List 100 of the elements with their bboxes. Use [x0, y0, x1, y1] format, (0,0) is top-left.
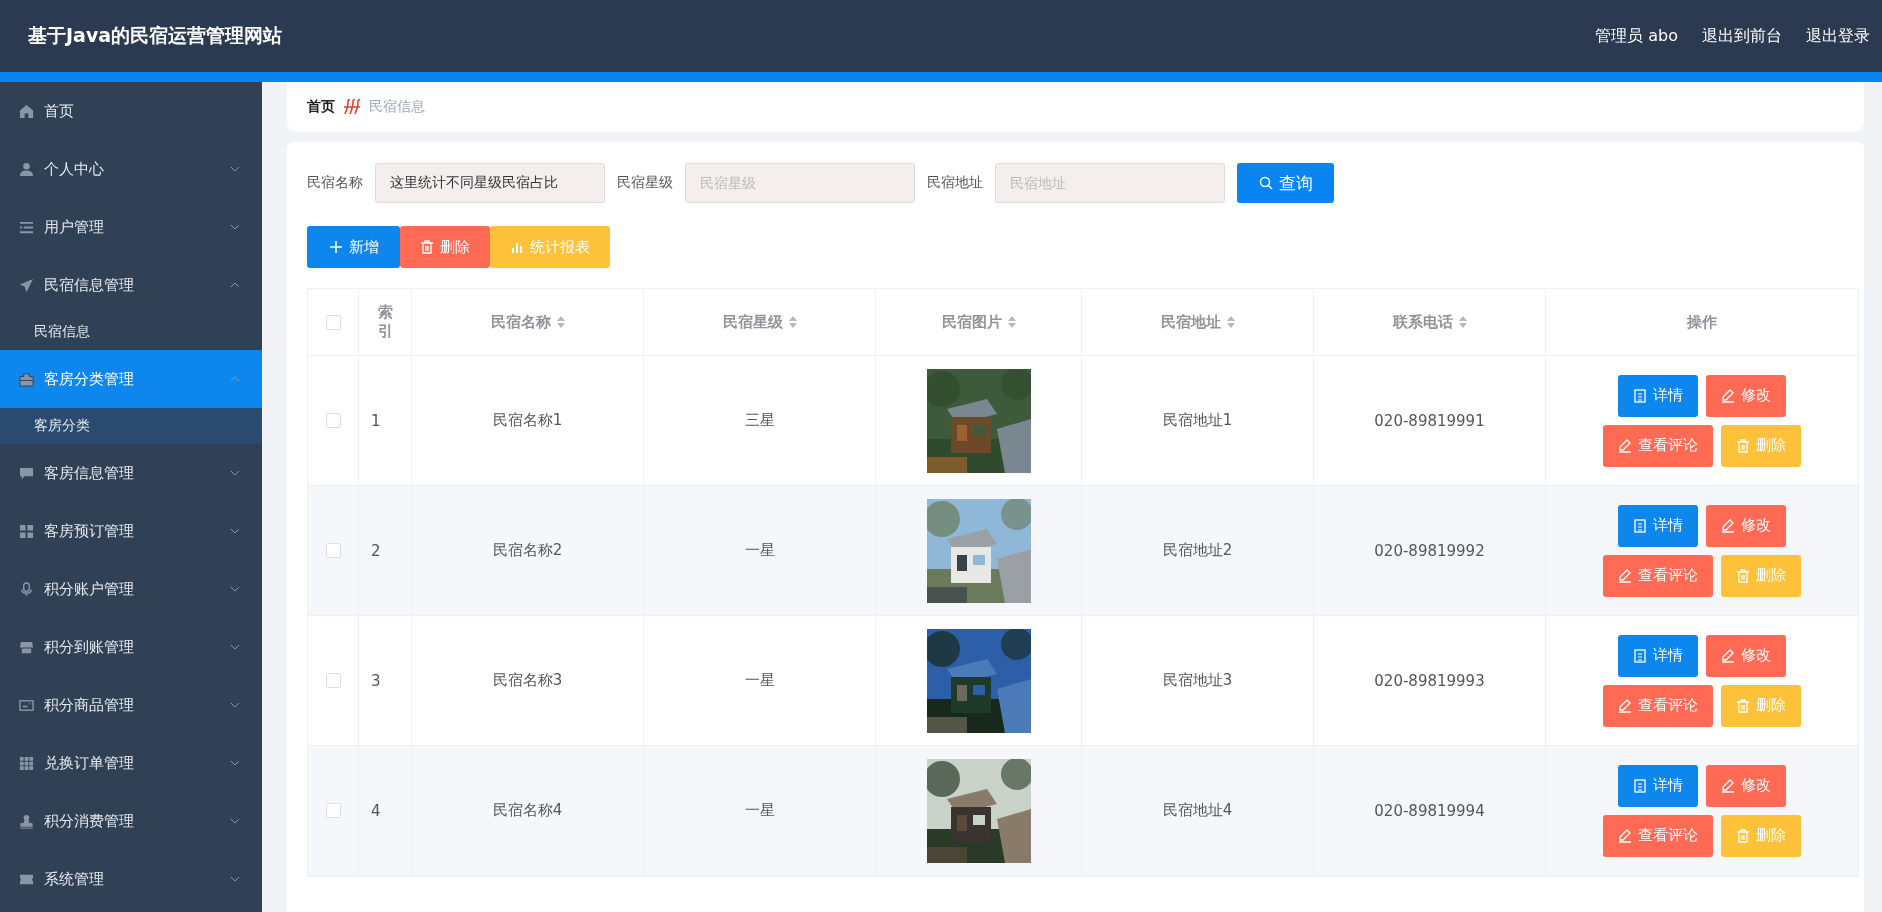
filter-label: 民宿星级	[617, 174, 673, 192]
reviews-button[interactable]: 查看评论	[1603, 554, 1713, 597]
details-button[interactable]: 详情	[1618, 764, 1698, 807]
delete-button[interactable]: 删除	[400, 226, 490, 268]
chevron-icon	[230, 470, 240, 476]
search-icon	[1258, 176, 1273, 190]
user-name: 管理员 abo	[1595, 25, 1678, 47]
table-cell: 2	[371, 541, 381, 560]
chevron-icon	[230, 702, 240, 708]
bar-chart-icon	[510, 240, 524, 254]
trash-icon	[1736, 568, 1750, 583]
menu-item[interactable]: 用户管理	[0, 198, 262, 256]
table-cell: 一星	[744, 671, 775, 690]
edit-button[interactable]: 修改	[1706, 764, 1786, 807]
home-icon	[19, 103, 34, 119]
edit-button[interactable]: 修改	[1706, 504, 1786, 547]
chevron-icon	[230, 586, 240, 592]
table-cell: 民宿地址1	[1162, 411, 1233, 430]
menu-item[interactable]: 积分消费管理	[0, 792, 262, 850]
sort-icon[interactable]	[1458, 316, 1467, 328]
table-cell: 民宿名称3	[492, 671, 563, 690]
pencil-icon	[1721, 648, 1735, 663]
list-icon	[19, 219, 34, 235]
chevron-icon	[230, 644, 240, 650]
checkbox[interactable]	[325, 314, 341, 330]
menu-item[interactable]: 积分账户管理	[0, 560, 262, 618]
reviews-button[interactable]: 查看评论	[1603, 424, 1713, 467]
table-cell: 020-89819993	[1374, 671, 1485, 690]
table-cell: 020-89819991	[1374, 411, 1485, 430]
grid-icon	[19, 523, 34, 539]
document-icon	[1633, 518, 1647, 533]
chevron-icon	[230, 166, 240, 172]
menu-item[interactable]: 积分到账管理	[0, 618, 262, 676]
menu-item[interactable]: 客房分类管理	[0, 350, 262, 408]
table-cell: 民宿地址4	[1162, 801, 1233, 820]
menu-item[interactable]: 客房信息管理	[0, 444, 262, 502]
column-header: 索引	[377, 302, 393, 342]
pencil-icon	[1618, 438, 1632, 453]
menu-item[interactable]: 兑换订单管理	[0, 734, 262, 792]
checkbox[interactable]	[325, 543, 341, 558]
pencil-icon	[1618, 568, 1632, 583]
breadcrumb-link[interactable]: 首页	[307, 98, 335, 116]
edit-button[interactable]: 修改	[1706, 374, 1786, 417]
pencil-icon	[1618, 698, 1632, 713]
filter-label: 民宿名称	[307, 174, 363, 192]
sort-icon[interactable]	[788, 316, 797, 328]
microphone-icon	[19, 581, 34, 597]
column-header[interactable]: 民宿名称	[490, 312, 551, 332]
submenu-item[interactable]: 民宿信息	[0, 314, 262, 350]
breadcrumb-current: 民宿信息	[369, 98, 425, 116]
checkbox[interactable]	[325, 413, 341, 428]
table-cell: 民宿名称2	[492, 541, 563, 560]
filter-field[interactable]: 这里统计不同星级民宿占比	[375, 163, 605, 203]
reviews-button[interactable]: 查看评论	[1603, 684, 1713, 727]
menu-item[interactable]: 民宿信息管理	[0, 256, 262, 314]
table-cell: 民宿地址2	[1162, 541, 1233, 560]
column-header[interactable]: 民宿图片	[941, 312, 1002, 332]
submenu-item[interactable]: 客房分类	[0, 408, 262, 444]
menu-item[interactable]: 首页	[0, 82, 262, 140]
pencil-icon	[1721, 778, 1735, 793]
column-header[interactable]: 联系电话	[1392, 312, 1453, 332]
add-button[interactable]: 新增	[307, 226, 400, 268]
column-header[interactable]: 民宿星级	[722, 312, 783, 332]
grid-icon	[19, 755, 34, 771]
search-button[interactable]: 查询	[1237, 163, 1334, 203]
sort-icon[interactable]	[1007, 316, 1016, 328]
menu-item[interactable]: 积分商品管理	[0, 676, 262, 734]
document-icon	[1633, 388, 1647, 403]
table-cell: 一星	[744, 801, 775, 820]
header-link[interactable]: 退出到前台	[1702, 25, 1782, 47]
menu-item[interactable]: 客房预订管理	[0, 502, 262, 560]
checkbox[interactable]	[325, 803, 341, 818]
document-icon	[1633, 778, 1647, 793]
chevron-icon	[230, 376, 240, 382]
chevron-icon	[230, 224, 240, 230]
sort-icon[interactable]	[1226, 316, 1235, 328]
details-button[interactable]: 详情	[1618, 504, 1698, 547]
briefcase-icon	[19, 371, 34, 387]
sort-icon[interactable]	[556, 316, 565, 328]
details-button[interactable]: 详情	[1618, 634, 1698, 677]
pencil-icon	[1721, 388, 1735, 403]
trash-icon	[1736, 828, 1750, 843]
chevron-icon	[230, 760, 240, 766]
separator-icon	[343, 99, 361, 115]
header-link[interactable]: 退出登录	[1806, 25, 1870, 47]
pencil-icon	[1721, 518, 1735, 533]
menu-item[interactable]: 系统管理	[0, 850, 262, 908]
chevron-icon	[230, 876, 240, 882]
column-header[interactable]: 民宿地址	[1160, 312, 1221, 332]
stamp-icon	[19, 813, 34, 829]
filter-label: 民宿地址	[927, 174, 983, 192]
details-button[interactable]: 详情	[1618, 374, 1698, 417]
column-header: 操作	[1687, 312, 1717, 332]
table-cell: 民宿名称1	[492, 411, 563, 430]
menu-item[interactable]: 个人中心	[0, 140, 262, 198]
checkbox[interactable]	[325, 673, 341, 688]
edit-button[interactable]: 修改	[1706, 634, 1786, 677]
table-cell: 三星	[744, 411, 775, 430]
reviews-button[interactable]: 查看评论	[1603, 814, 1713, 857]
chevron-icon	[230, 528, 240, 534]
